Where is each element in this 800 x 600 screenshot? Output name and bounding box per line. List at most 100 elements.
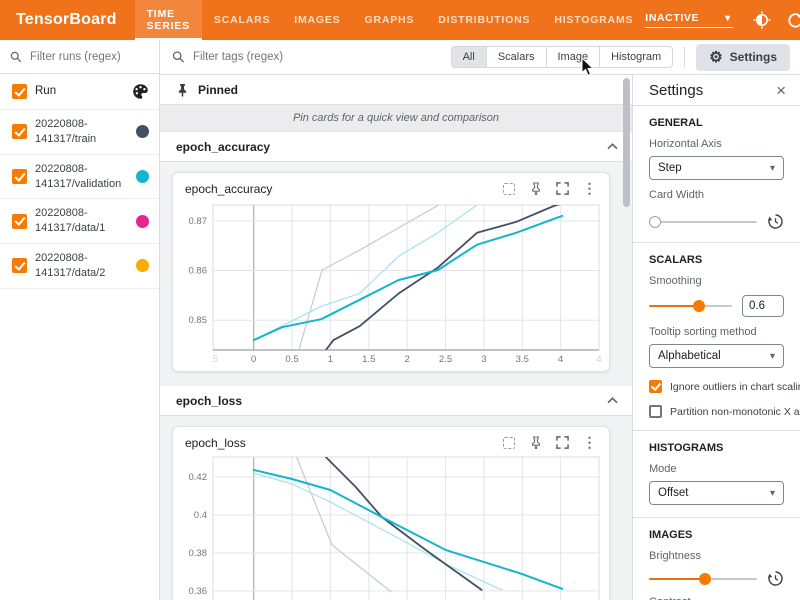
run-checkbox[interactable] bbox=[12, 258, 27, 273]
settings-panel: Settings × GENERAL Horizontal Axis Step … bbox=[632, 75, 800, 600]
runs-header-row: Run bbox=[0, 74, 159, 110]
run-color-dot bbox=[136, 125, 149, 138]
scalar-card-epoch-accuracy: epoch_accuracy ⋮ 0.850.860.875 bbox=[172, 172, 610, 372]
chevron-up-icon bbox=[607, 397, 618, 404]
run-label: 20220808-141317/data/2 bbox=[35, 251, 128, 281]
pinned-empty-hint: Pin cards for a quick view and compariso… bbox=[160, 105, 632, 132]
partition-x-axis-checkbox[interactable] bbox=[649, 405, 662, 418]
chevron-down-icon: ▾ bbox=[770, 163, 775, 174]
cards-scroll-area: Pinned Pin cards for a quick view and co… bbox=[160, 75, 632, 600]
reset-icon[interactable] bbox=[767, 570, 784, 587]
run-row-validation[interactable]: 20220808-141317/validation bbox=[0, 155, 159, 200]
ignore-outliers-checkbox[interactable] bbox=[649, 380, 662, 393]
tab-distributions[interactable]: DISTRIBUTIONS bbox=[426, 0, 542, 40]
toolbar-divider bbox=[684, 46, 685, 68]
histogram-mode-label: Mode bbox=[649, 463, 784, 475]
section-header-epoch-accuracy[interactable]: epoch_accuracy bbox=[160, 132, 632, 162]
horizontal-axis-select[interactable]: Step ▾ bbox=[649, 156, 784, 180]
pin-card-icon[interactable] bbox=[528, 181, 543, 196]
epoch-loss-cards: epoch_loss ⋮ 0.360.380.40.42 bbox=[160, 416, 632, 600]
fullscreen-icon[interactable] bbox=[555, 435, 570, 450]
tooltip-sorting-select[interactable]: Alphabetical ▾ bbox=[649, 344, 784, 368]
brightness-label: Brightness bbox=[649, 550, 784, 562]
tab-time-series[interactable]: TIME SERIES bbox=[135, 0, 202, 40]
reload-status-select[interactable]: INACTIVE ▾ bbox=[645, 12, 733, 28]
svg-text:3: 3 bbox=[481, 354, 486, 365]
fullscreen-icon[interactable] bbox=[555, 181, 570, 196]
pinned-title: Pinned bbox=[198, 83, 238, 97]
chevron-down-icon: ▾ bbox=[725, 13, 731, 24]
run-checkbox[interactable] bbox=[12, 169, 27, 184]
run-checkbox[interactable] bbox=[12, 124, 27, 139]
svg-text:0.42: 0.42 bbox=[189, 472, 208, 483]
refresh-icon[interactable] bbox=[786, 11, 800, 30]
chip-all[interactable]: All bbox=[451, 46, 487, 68]
filter-tags-field[interactable] bbox=[172, 50, 451, 64]
select-all-runs-checkbox[interactable] bbox=[12, 84, 27, 99]
nav-tabs: TIME SERIES SCALARS IMAGES GRAPHS DISTRI… bbox=[135, 0, 646, 40]
svg-text:0.5: 0.5 bbox=[285, 354, 298, 365]
epoch-accuracy-chart[interactable]: 0.85 0.86 0.87 5 0 0.5 1 1.5 2 2.5 3 3.5 4 4 bbox=[179, 201, 607, 367]
svg-text:5: 5 bbox=[213, 354, 218, 365]
svg-text:2.5: 2.5 bbox=[439, 354, 452, 365]
run-row-data-2[interactable]: 20220808-141317/data/2 bbox=[0, 244, 159, 289]
chip-image[interactable]: Image bbox=[547, 46, 601, 68]
svg-text:0.85: 0.85 bbox=[189, 315, 208, 326]
close-icon[interactable]: × bbox=[776, 82, 786, 99]
more-options-icon[interactable]: ⋮ bbox=[582, 181, 597, 196]
tab-graphs[interactable]: GRAPHS bbox=[353, 0, 427, 40]
palette-icon[interactable] bbox=[132, 83, 149, 100]
settings-section-general: GENERAL Horizontal Axis Step ▾ Card Widt… bbox=[633, 106, 800, 243]
pin-card-icon[interactable] bbox=[528, 435, 543, 450]
card-title: epoch_loss bbox=[185, 436, 501, 450]
svg-text:1: 1 bbox=[328, 354, 333, 365]
pinned-section-header: Pinned bbox=[160, 75, 632, 105]
smoothing-slider[interactable] bbox=[649, 300, 732, 312]
app-header: TensorBoard TIME SERIES SCALARS IMAGES G… bbox=[0, 0, 800, 40]
svg-text:2: 2 bbox=[405, 354, 410, 365]
chevron-up-icon bbox=[607, 143, 618, 150]
card-width-label: Card Width bbox=[649, 189, 784, 201]
section-header-epoch-loss[interactable]: epoch_loss bbox=[160, 386, 632, 416]
svg-text:3.5: 3.5 bbox=[516, 354, 529, 365]
gear-icon: ⚙ bbox=[709, 50, 722, 65]
run-checkbox[interactable] bbox=[12, 214, 27, 229]
chip-histogram[interactable]: Histogram bbox=[600, 46, 673, 68]
svg-text:0.86: 0.86 bbox=[189, 266, 208, 277]
filter-tags-input[interactable] bbox=[193, 51, 451, 63]
horizontal-axis-label: Horizontal Axis bbox=[649, 138, 784, 150]
scalar-card-epoch-loss: epoch_loss ⋮ 0.360.380.40.42 bbox=[172, 426, 610, 600]
settings-button[interactable]: ⚙ Settings bbox=[696, 44, 790, 71]
svg-text:4: 4 bbox=[558, 354, 563, 365]
tab-images[interactable]: IMAGES bbox=[282, 0, 352, 40]
smoothing-value-input[interactable] bbox=[742, 295, 784, 317]
pin-icon bbox=[176, 83, 189, 97]
brightness-slider[interactable] bbox=[649, 573, 757, 585]
run-row-data-1[interactable]: 20220808-141317/data/1 bbox=[0, 199, 159, 244]
svg-text:1.5: 1.5 bbox=[362, 354, 375, 365]
fit-domain-icon[interactable] bbox=[501, 435, 516, 450]
epoch-loss-chart[interactable]: 0.360.380.40.42 bbox=[179, 455, 607, 600]
run-label: 20220808-141317/data/1 bbox=[35, 206, 128, 236]
svg-text:4: 4 bbox=[596, 354, 601, 365]
tag-filter-chips: All Scalars Image Histogram bbox=[451, 46, 674, 68]
scrollbar-thumb[interactable] bbox=[623, 78, 630, 207]
fit-domain-icon[interactable] bbox=[501, 181, 516, 196]
histogram-mode-select[interactable]: Offset ▾ bbox=[649, 481, 784, 505]
run-color-dot bbox=[136, 215, 149, 228]
theme-toggle-icon[interactable] bbox=[752, 11, 771, 30]
chip-scalars[interactable]: Scalars bbox=[487, 46, 547, 68]
run-row-train[interactable]: 20220808-141317/train bbox=[0, 110, 159, 155]
tab-scalars[interactable]: SCALARS bbox=[202, 0, 282, 40]
filter-runs-input[interactable] bbox=[30, 51, 149, 63]
partition-x-axis-row[interactable]: Partition non-monotonic X axis ? bbox=[649, 405, 784, 418]
svg-text:0.87: 0.87 bbox=[189, 216, 208, 227]
filter-runs-field[interactable] bbox=[0, 40, 159, 74]
ignore-outliers-row[interactable]: Ignore outliers in chart scaling bbox=[649, 380, 784, 393]
more-options-icon[interactable]: ⋮ bbox=[582, 435, 597, 450]
svg-text:0: 0 bbox=[251, 354, 256, 365]
reset-icon[interactable] bbox=[767, 213, 784, 230]
card-width-slider[interactable] bbox=[649, 216, 757, 228]
tab-histograms[interactable]: HISTOGRAMS bbox=[542, 0, 645, 40]
search-icon bbox=[172, 50, 185, 64]
